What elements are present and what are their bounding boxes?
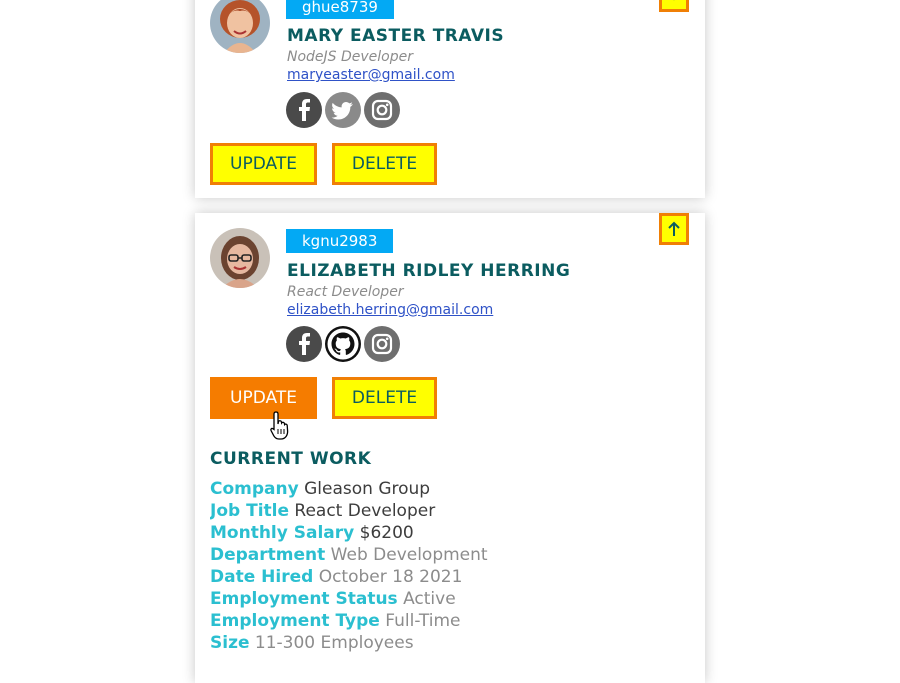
work-label: Date Hired <box>210 567 314 587</box>
work-value: October 18 2021 <box>318 567 463 587</box>
user-role: NodeJS Developer <box>287 49 414 65</box>
work-label: Size <box>210 633 250 653</box>
collapse-toggle-button[interactable] <box>659 0 689 12</box>
user-card: kgnu2983 ELIZABETH RIDLEY HERRING React … <box>195 213 705 683</box>
work-row-company: Company Gleason Group <box>210 479 690 501</box>
arrow-up-icon <box>668 221 680 236</box>
work-label: Employment Type <box>210 611 380 631</box>
work-row-date-hired: Date Hired October 18 2021 <box>210 567 690 589</box>
work-row-size: Size 11-300 Employees <box>210 633 690 655</box>
user-id-badge: ghue8739 <box>286 0 394 19</box>
github-icon[interactable] <box>325 326 361 362</box>
work-label: Company <box>210 479 299 499</box>
avatar <box>210 0 270 53</box>
work-label: Employment Status <box>210 589 398 609</box>
facebook-icon[interactable] <box>286 92 322 128</box>
delete-button[interactable]: DELETE <box>332 377 437 419</box>
current-work-title: CURRENT WORK <box>210 449 372 469</box>
work-row-employment-status: Employment Status Active <box>210 589 690 611</box>
work-value: Gleason Group <box>304 479 431 499</box>
social-links <box>286 92 400 128</box>
user-email-link[interactable]: elizabeth.herring@gmail.com <box>287 302 493 318</box>
user-card: ghue8739 MARY EASTER TRAVIS NodeJS Devel… <box>195 0 705 198</box>
update-button[interactable]: UPDATE <box>210 377 317 419</box>
user-email-link[interactable]: maryeaster@gmail.com <box>287 67 455 83</box>
user-name: MARY EASTER TRAVIS <box>287 26 505 46</box>
work-value: Web Development <box>330 545 488 565</box>
facebook-icon[interactable] <box>286 326 322 362</box>
instagram-icon[interactable] <box>364 326 400 362</box>
work-row-job-title: Job Title React Developer <box>210 501 690 523</box>
work-value: 11-300 Employees <box>254 633 414 653</box>
work-row-department: Department Web Development <box>210 545 690 567</box>
update-button[interactable]: UPDATE <box>210 143 317 185</box>
social-links <box>286 326 400 362</box>
twitter-icon[interactable] <box>325 92 361 128</box>
collapse-toggle-button[interactable] <box>659 213 689 245</box>
work-label: Job Title <box>210 501 289 521</box>
user-role: React Developer <box>287 284 404 300</box>
current-work-list: Company Gleason Group Job Title React De… <box>210 479 690 655</box>
work-value: React Developer <box>294 501 436 521</box>
work-label: Department <box>210 545 326 565</box>
work-value: Full-Time <box>385 611 461 631</box>
work-label: Monthly Salary <box>210 523 355 543</box>
work-row-monthly-salary: Monthly Salary $6200 <box>210 523 690 545</box>
work-row-employment-type: Employment Type Full-Time <box>210 611 690 633</box>
hand-pointer-icon <box>270 411 289 440</box>
chevron-down-icon <box>673 0 675 1</box>
user-id-badge: kgnu2983 <box>286 229 394 253</box>
user-name: ELIZABETH RIDLEY HERRING <box>287 261 571 281</box>
delete-button[interactable]: DELETE <box>332 143 437 185</box>
work-value: Active <box>403 589 456 609</box>
instagram-icon[interactable] <box>364 92 400 128</box>
work-value: $6200 <box>359 523 414 543</box>
avatar <box>210 228 270 288</box>
